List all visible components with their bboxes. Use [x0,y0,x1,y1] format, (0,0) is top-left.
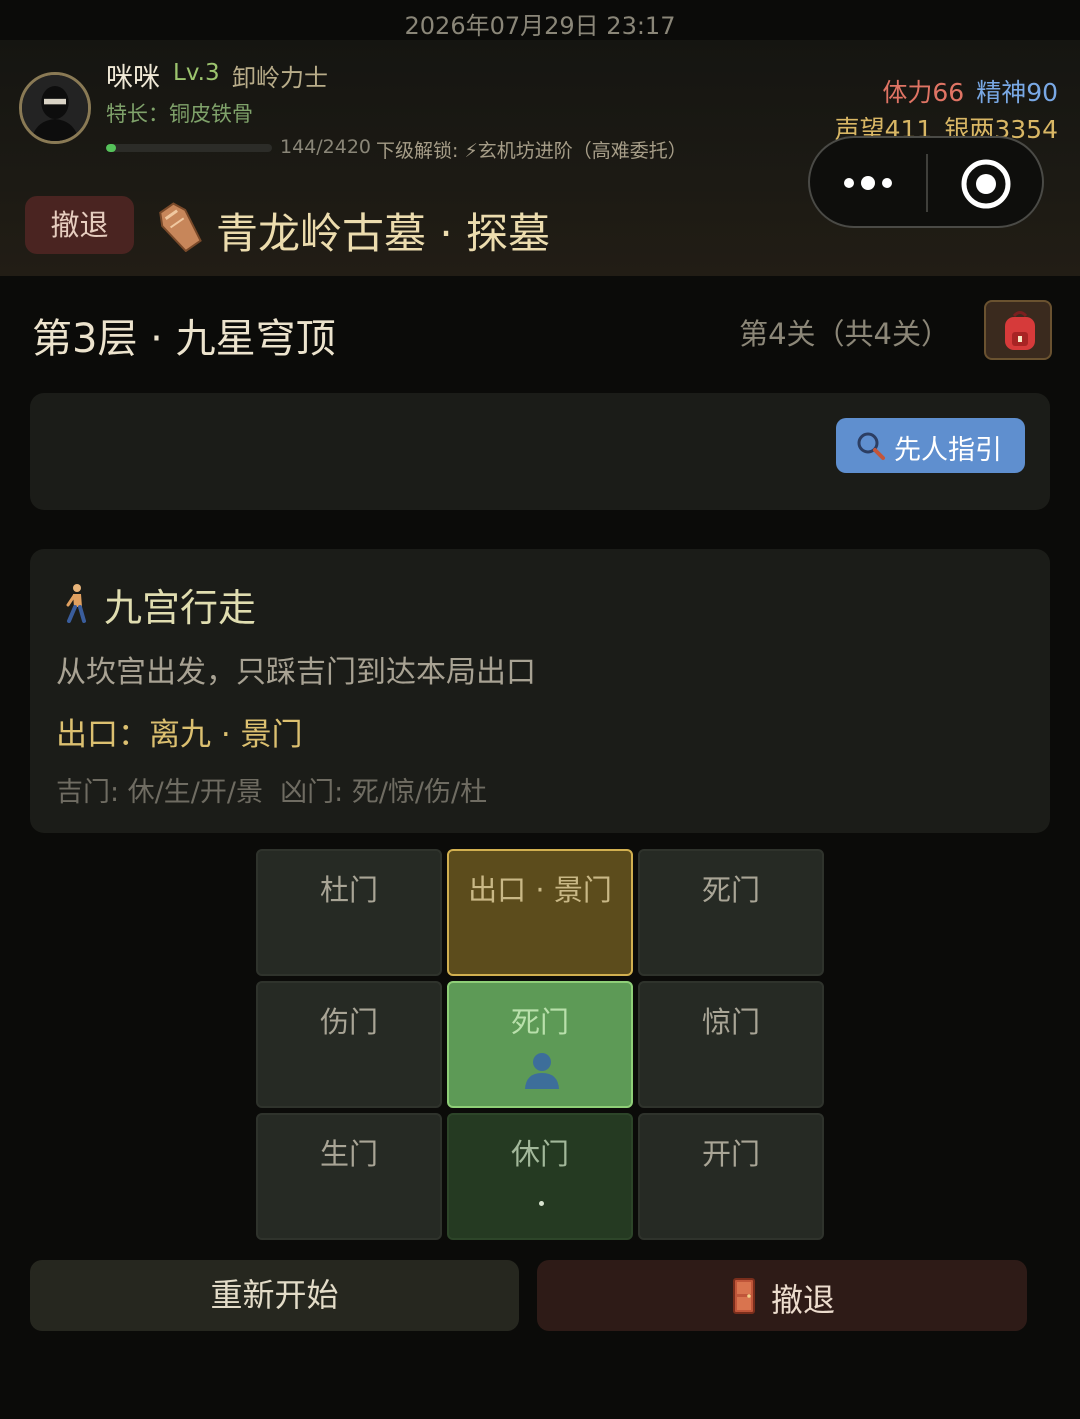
grid-cell-label: 生门 [319,1137,378,1171]
xp-text: 144/2420 [280,136,372,158]
dungeon-title: 青龙岭古墓 · 探墓 [216,209,551,258]
avatar[interactable] [19,72,91,144]
stats-row-vitals: 体力66 精神90 [882,73,1058,109]
grid-cell-label: 死门 [701,873,760,907]
grid-cell[interactable]: 死门 [638,849,824,976]
unlock-text: 下级解锁: ⚡玄机坊进阶（高难委托） [376,140,687,162]
grid-cell-exit[interactable]: 出口 · 景门 [447,849,633,976]
puzzle-gates-legend: 吉门: 休/生/开/景 凶门: 死/惊/伤/杜 [56,777,488,808]
stat-spirit: 精神90 [976,78,1058,107]
grid-cell-label: 杜门 [319,873,378,907]
grid-cell[interactable]: 开门 [638,1113,824,1240]
grid-cell-current[interactable]: 死门 [447,981,633,1108]
player-title: 卸岭力士 [232,64,328,92]
puzzle-title: 九宫行走 [104,586,257,630]
grid-cell[interactable]: 杜门 [256,849,442,976]
avatar-image [22,75,88,141]
walking-person-icon [66,584,86,623]
ancestor-guide-label: 先人指引 [894,435,1002,466]
stat-hp: 体力66 [882,78,965,107]
xp-progress-bar [106,144,272,152]
grid-cell-label: 开门 [701,1137,760,1171]
grid-cell-label: 死门 [510,1005,569,1039]
more-icon[interactable] [842,168,898,198]
grid-cell-label: 出口 · 景门 [468,873,612,907]
visited-path-dot [539,1201,544,1206]
puzzle-info-panel: 九宫行走 从坎宫出发，只踩吉门到达本局出口 出口：离九 · 景门 吉门: 休/生… [30,549,1050,833]
player-marker-icon [525,1053,559,1089]
magnifier-icon [857,432,885,460]
mini-program-capsule [808,136,1044,228]
backpack-button[interactable] [984,300,1052,360]
grid-cell[interactable]: 生门 [256,1113,442,1240]
grid-cell-label: 伤门 [319,1005,378,1039]
floor-title: 第3层 · 九星穹顶 [32,316,336,362]
grid-cell[interactable]: 伤门 [256,981,442,1108]
door-icon [733,1278,755,1314]
player-name: 咪咪 [106,63,160,94]
ancestor-guide-button[interactable]: 先人指引 [836,418,1025,473]
grid-cell-visited[interactable]: 休门 [447,1113,633,1240]
grid-cell-label: 惊门 [701,1005,760,1039]
grid-cell-label: 休门 [510,1137,569,1171]
retreat-button-label: 撤退 [771,1281,836,1319]
retreat-button-top[interactable]: 撤退 [25,196,134,254]
backpack-icon [1005,311,1035,350]
grid-cell[interactable]: 惊门 [638,981,824,1108]
nine-palace-grid: 杜门 出口 · 景门 死门 伤门 死门 惊门 生门 休门 开门 [256,849,825,1241]
coffin-icon [159,202,202,252]
puzzle-exit: 出口：离九 · 景门 [56,717,303,753]
xp-progress-fill [106,144,116,152]
capsule-divider [926,154,928,212]
retreat-button-bottom[interactable]: 撤退 [537,1260,1027,1331]
player-header: 咪咪 Lv.3 卸岭力士 特长：铜皮铁骨 144/2420 下级解锁: ⚡玄机坊… [0,40,1080,276]
stage-indicator: 第4关（共4关） [739,317,950,351]
hint-panel: 先人指引 [30,393,1050,510]
player-level: Lv.3 [173,60,220,86]
player-specialty: 特长：铜皮铁骨 [106,102,253,126]
puzzle-description: 从坎宫出发，只踩吉门到达本局出口 [56,655,536,690]
status-bar-time: 2026年07月29日 23:17 [404,12,676,40]
close-target-icon[interactable] [960,158,1012,210]
restart-button[interactable]: 重新开始 [30,1260,519,1331]
